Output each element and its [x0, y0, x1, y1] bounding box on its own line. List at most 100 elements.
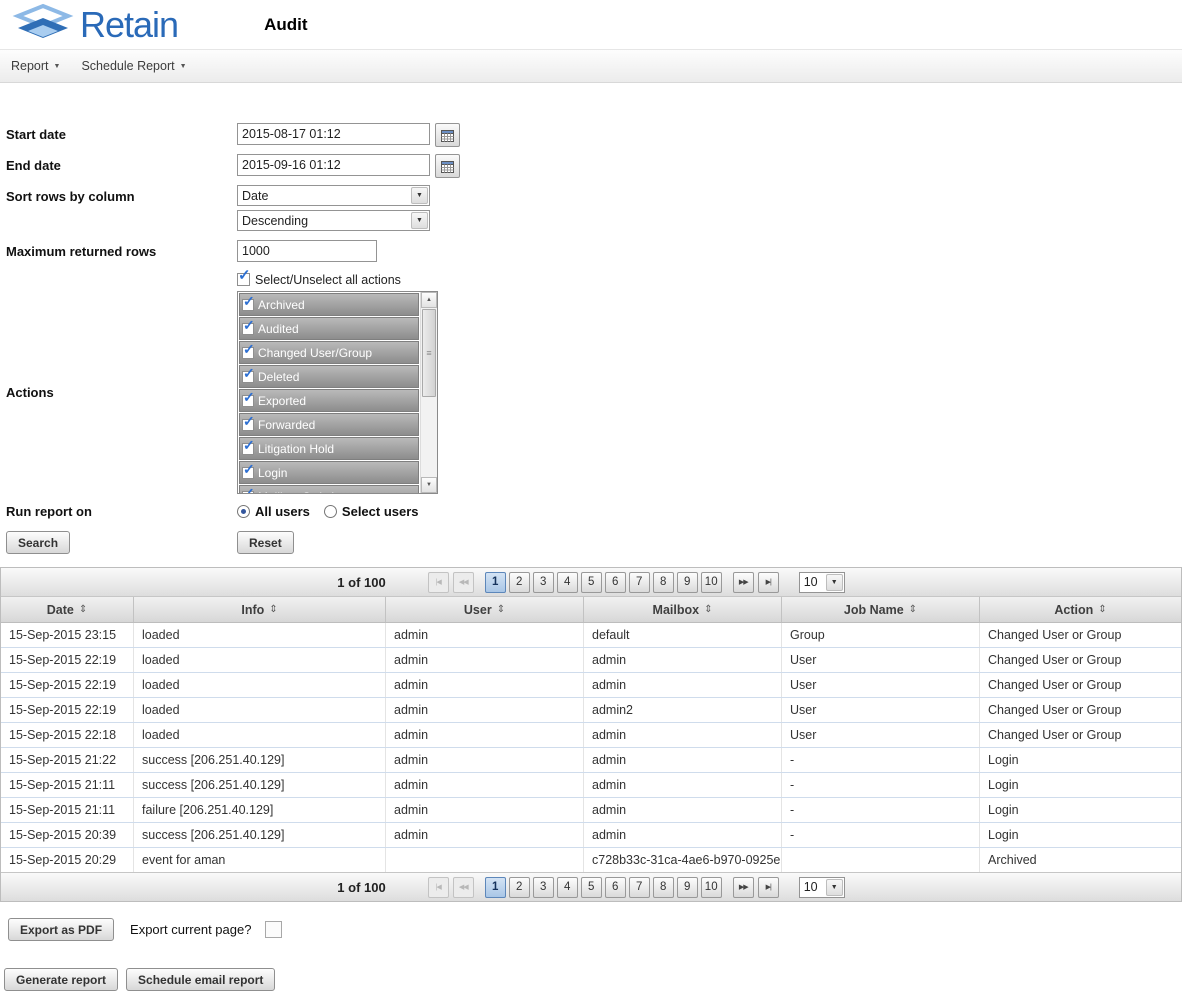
column-header[interactable]: Date ⇕: [1, 597, 134, 622]
first-page-button[interactable]: |◀: [428, 877, 449, 898]
action-checkbox[interactable]: ✓: [242, 443, 254, 455]
select-all-actions-checkbox[interactable]: ✓: [237, 273, 250, 286]
actions-list-items: ✓ Archived ✓ Audited ✓ Changed User/Grou…: [238, 292, 420, 493]
next-page-button[interactable]: ▶▶: [733, 877, 754, 898]
scroll-up-icon[interactable]: ▲: [421, 292, 437, 308]
menu-report[interactable]: Report ▼: [11, 59, 60, 73]
sort-direction-select[interactable]: Descending ▼: [237, 210, 430, 231]
last-page-button[interactable]: ▶|: [758, 877, 779, 898]
end-date-calendar-button[interactable]: [435, 154, 460, 178]
action-list-item[interactable]: ✓ Changed User/Group: [239, 341, 419, 364]
action-checkbox[interactable]: ✓: [242, 491, 254, 494]
action-checkbox[interactable]: ✓: [242, 299, 254, 311]
scrollbar-thumb[interactable]: ≡: [422, 309, 436, 397]
page-number-button[interactable]: 9: [677, 877, 698, 898]
table-row[interactable]: 15-Sep-2015 20:29 event for aman c728b33…: [1, 848, 1181, 872]
table-row[interactable]: 15-Sep-2015 20:39 success [206.251.40.12…: [1, 823, 1181, 848]
action-checkbox[interactable]: ✓: [242, 347, 254, 359]
table-row[interactable]: 15-Sep-2015 21:11 success [206.251.40.12…: [1, 773, 1181, 798]
next-page-button[interactable]: ▶▶: [733, 572, 754, 593]
table-row[interactable]: 15-Sep-2015 21:22 success [206.251.40.12…: [1, 748, 1181, 773]
action-list-item[interactable]: ✓ Mailbox Switch: [239, 485, 419, 493]
first-page-button[interactable]: |◀: [428, 572, 449, 593]
cell-mailbox: admin: [584, 673, 782, 697]
page-number-button[interactable]: 7: [629, 572, 650, 593]
start-date-input[interactable]: [237, 123, 430, 145]
actions-scrollbar[interactable]: ▲ ≡ ▼: [420, 292, 437, 493]
column-header[interactable]: Job Name ⇕: [782, 597, 980, 622]
max-rows-input[interactable]: [237, 240, 377, 262]
export-pdf-button[interactable]: Export as PDF: [8, 918, 114, 941]
action-list-item[interactable]: ✓ Audited: [239, 317, 419, 340]
end-date-input[interactable]: [237, 154, 430, 176]
table-row[interactable]: 15-Sep-2015 22:19 loaded admin admin Use…: [1, 673, 1181, 698]
column-header[interactable]: Info ⇕: [134, 597, 386, 622]
cell-action: Login: [980, 773, 1181, 797]
column-header[interactable]: User ⇕: [386, 597, 584, 622]
page-number-button[interactable]: 6: [605, 877, 626, 898]
page-number-button[interactable]: 1: [485, 877, 506, 898]
chevron-down-icon: ▼: [54, 62, 61, 70]
prev-page-button[interactable]: ◀◀: [453, 877, 474, 898]
page-number-button[interactable]: 6: [605, 572, 626, 593]
page-number-button[interactable]: 3: [533, 877, 554, 898]
page-number-button[interactable]: 8: [653, 572, 674, 593]
table-row[interactable]: 15-Sep-2015 21:11 failure [206.251.40.12…: [1, 798, 1181, 823]
page-number-button[interactable]: 10: [701, 877, 722, 898]
page-number-button[interactable]: 2: [509, 877, 530, 898]
radio-option-select-users[interactable]: Select users: [324, 504, 419, 519]
start-date-calendar-button[interactable]: [435, 123, 460, 147]
menu-schedule-report[interactable]: Schedule Report ▼: [81, 59, 186, 73]
schedule-email-report-button[interactable]: Schedule email report: [126, 968, 275, 991]
action-list-item[interactable]: ✓ Login: [239, 461, 419, 484]
action-list-item[interactable]: ✓ Archived: [239, 293, 419, 316]
cell-date: 15-Sep-2015 23:15: [1, 623, 134, 647]
action-checkbox[interactable]: ✓: [242, 419, 254, 431]
page-number-button[interactable]: 7: [629, 877, 650, 898]
table-row[interactable]: 15-Sep-2015 23:15 loaded admin default G…: [1, 623, 1181, 648]
page-number-button[interactable]: 10: [701, 572, 722, 593]
action-checkbox[interactable]: ✓: [242, 395, 254, 407]
table-row[interactable]: 15-Sep-2015 22:19 loaded admin admin Use…: [1, 648, 1181, 673]
page-size-select[interactable]: 10 ▼: [799, 572, 845, 593]
action-list-item[interactable]: ✓ Forwarded: [239, 413, 419, 436]
table-row[interactable]: 15-Sep-2015 22:18 loaded admin admin Use…: [1, 723, 1181, 748]
action-checkbox[interactable]: ✓: [242, 323, 254, 335]
scroll-down-icon[interactable]: ▼: [421, 477, 437, 493]
reset-button[interactable]: Reset: [237, 531, 294, 554]
sort-column-select[interactable]: Date ▼: [237, 185, 430, 206]
table-row[interactable]: 15-Sep-2015 22:19 loaded admin admin2 Us…: [1, 698, 1181, 723]
page-number-button[interactable]: 5: [581, 572, 602, 593]
page-size-select[interactable]: 10 ▼: [799, 877, 845, 898]
page-number-button[interactable]: 8: [653, 877, 674, 898]
radio-option-all-users[interactable]: All users: [237, 504, 310, 519]
action-checkbox[interactable]: ✓: [242, 467, 254, 479]
last-page-button[interactable]: ▶|: [758, 572, 779, 593]
calendar-icon: [441, 160, 454, 173]
cell-action: Changed User or Group: [980, 623, 1181, 647]
action-checkbox[interactable]: ✓: [242, 371, 254, 383]
page-number-button[interactable]: 9: [677, 572, 698, 593]
page-number-button[interactable]: 4: [557, 572, 578, 593]
action-list-item[interactable]: ✓ Litigation Hold: [239, 437, 419, 460]
select-all-actions-control[interactable]: ✓ Select/Unselect all actions: [237, 272, 401, 287]
prev-page-button[interactable]: ◀◀: [453, 572, 474, 593]
all-users-radio[interactable]: [237, 505, 250, 518]
select-users-radio[interactable]: [324, 505, 337, 518]
page-number-button[interactable]: 1: [485, 572, 506, 593]
page-number-button[interactable]: 3: [533, 572, 554, 593]
page-number-button[interactable]: 2: [509, 572, 530, 593]
export-current-page-checkbox[interactable]: [265, 921, 282, 938]
scrollbar-track[interactable]: [421, 398, 437, 477]
retain-logo[interactable]: Retain: [10, 3, 178, 47]
action-list-item[interactable]: ✓ Exported: [239, 389, 419, 412]
generate-report-button[interactable]: Generate report: [4, 968, 118, 991]
action-list-item[interactable]: ✓ Deleted: [239, 365, 419, 388]
cell-action: Changed User or Group: [980, 673, 1181, 697]
column-header[interactable]: Action ⇕: [980, 597, 1181, 622]
column-header[interactable]: Mailbox ⇕: [584, 597, 782, 622]
page-number-button[interactable]: 4: [557, 877, 578, 898]
search-button[interactable]: Search: [6, 531, 70, 554]
cell-mailbox: admin: [584, 648, 782, 672]
page-number-button[interactable]: 5: [581, 877, 602, 898]
